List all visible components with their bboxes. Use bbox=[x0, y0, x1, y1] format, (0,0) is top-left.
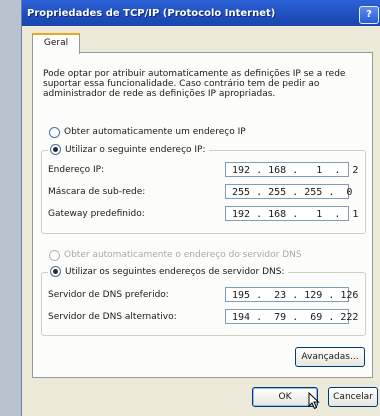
ip-auto-radio[interactable] bbox=[49, 127, 60, 138]
general-panel: Pode optar por atribuir automaticamente … bbox=[32, 52, 373, 378]
preferred-dns-field[interactable]: 195 . 23 . 129 . 126 bbox=[225, 287, 358, 302]
dns-settings-group: Utilizar os seguintes endereços de servi… bbox=[41, 266, 366, 336]
cancel-button[interactable]: Cancelar bbox=[328, 387, 378, 407]
dns-auto-radio[interactable] bbox=[49, 250, 60, 261]
ip-settings-group: Utilizar o seguinte endereço IP: Endereç… bbox=[41, 144, 366, 234]
tab-geral[interactable]: Geral bbox=[32, 33, 80, 54]
ip-address-field[interactable]: 192 . 168 . 1 . 2 bbox=[225, 162, 358, 177]
advanced-button[interactable]: Avançadas... bbox=[295, 347, 365, 367]
alternate-dns-label: Servidor de DNS alternativo: bbox=[48, 312, 177, 322]
description-text: Pode optar por atribuir automaticamente … bbox=[43, 69, 346, 99]
alternate-dns-field[interactable]: 194 . 79 . 69 . 222 bbox=[225, 309, 358, 324]
dns-auto-label[interactable]: Obter automaticamente o endereço do serv… bbox=[64, 250, 302, 260]
subnet-mask-field[interactable]: 255 . 255 . 255 . 0 bbox=[225, 184, 352, 199]
ip-manual-radio[interactable] bbox=[50, 144, 61, 155]
subnet-mask-label: Máscara de sub-rede: bbox=[48, 187, 146, 197]
ip-manual-label[interactable]: Utilizar o seguinte endereço IP: bbox=[65, 145, 206, 155]
ip-auto-label[interactable]: Obter automaticamente um endereço IP bbox=[64, 127, 246, 137]
dns-manual-label[interactable]: Utilizar os seguintes endereços de servi… bbox=[65, 267, 285, 277]
window-title: Propriedades de TCP/IP (Protocolo Intern… bbox=[27, 8, 276, 19]
preferred-dns-label: Servidor de DNS preferido: bbox=[48, 290, 169, 300]
tcpip-properties-dialog: Propriedades de TCP/IP (Protocolo Intern… bbox=[22, 0, 380, 416]
title-bar[interactable]: Propriedades de TCP/IP (Protocolo Intern… bbox=[22, 0, 380, 26]
gateway-field[interactable]: 192 . 168 . 1 . 1 bbox=[225, 206, 358, 221]
gateway-label: Gateway predefinido: bbox=[48, 209, 145, 219]
help-button[interactable]: ? bbox=[359, 6, 379, 24]
dns-manual-radio[interactable] bbox=[50, 266, 61, 277]
mouse-pointer-icon bbox=[308, 392, 320, 410]
ip-address-label: Endereço IP: bbox=[48, 165, 105, 175]
